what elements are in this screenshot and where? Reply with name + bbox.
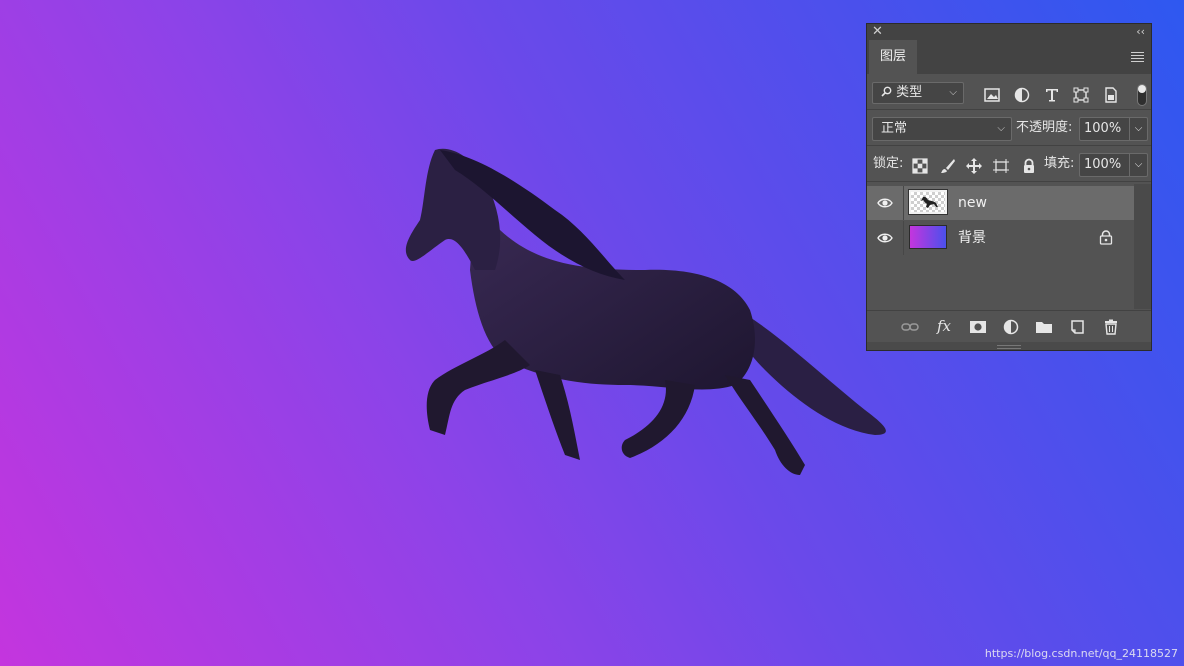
filter-toggle[interactable]	[1137, 84, 1147, 106]
chevron-down-icon: ⌵	[997, 123, 1005, 134]
panel-tab-row: 图层	[867, 40, 1151, 74]
panel-menu-icon[interactable]	[1131, 52, 1144, 64]
layer-row-new[interactable]: new	[867, 186, 1134, 220]
blend-mode-select[interactable]: 正常 ⌵	[872, 117, 1012, 141]
new-group-icon[interactable]	[1035, 319, 1053, 335]
layers-panel: ✕ ‹‹ 图层 类型 ⌵ 正常 ⌵ 不透明度: 100% ⌵ 锁定: 填充: 1…	[866, 23, 1152, 351]
layer-thumbnail	[908, 189, 948, 215]
layers-list: new 背景	[867, 184, 1151, 309]
watermark-text: https://blog.csdn.net/qq_24118527	[984, 647, 1178, 660]
lock-icon[interactable]	[1099, 230, 1113, 245]
fill-label: 填充:	[1044, 156, 1075, 171]
fill-input[interactable]: 100%	[1079, 153, 1130, 177]
close-icon[interactable]: ✕	[872, 24, 883, 40]
chevron-down-icon: ⌵	[949, 87, 957, 98]
lock-position-icon[interactable]	[966, 158, 982, 174]
opacity-input[interactable]: 100%	[1079, 117, 1130, 141]
lock-image-pixels-icon[interactable]	[940, 158, 956, 174]
layers-scrollbar[interactable]	[1134, 184, 1151, 309]
lock-transparent-pixels-icon[interactable]	[912, 158, 928, 174]
layer-style-icon[interactable]: fx	[937, 317, 955, 335]
search-icon	[881, 86, 892, 97]
horse-thumbnail-icon	[921, 196, 938, 208]
lock-artboard-icon[interactable]	[993, 158, 1009, 174]
collapse-icon[interactable]: ‹‹	[1136, 24, 1145, 40]
tab-layers[interactable]: 图层	[869, 40, 917, 74]
layer-row-background[interactable]: 背景	[867, 221, 1134, 255]
opacity-dropdown-button[interactable]: ⌵	[1130, 117, 1148, 141]
eye-icon[interactable]	[877, 231, 893, 245]
blend-mode-value: 正常	[881, 121, 908, 136]
layer-filter-select[interactable]: 类型 ⌵	[872, 82, 964, 104]
lock-row: 锁定: 填充: 100% ⌵	[867, 146, 1151, 182]
image-filter-icon[interactable]	[984, 87, 1000, 103]
shape-filter-icon[interactable]	[1073, 87, 1089, 103]
blend-row: 正常 ⌵ 不透明度: 100% ⌵	[867, 110, 1151, 146]
panel-titlebar: ✕ ‹‹	[867, 24, 1151, 40]
adjustment-filter-icon[interactable]	[1014, 87, 1030, 103]
lock-label: 锁定:	[873, 156, 904, 171]
layer-name[interactable]: new	[958, 194, 987, 212]
opacity-label: 不透明度:	[1016, 120, 1073, 135]
filter-value: 类型	[896, 85, 923, 100]
eye-icon[interactable]	[877, 196, 893, 210]
fill-dropdown-button[interactable]: ⌵	[1130, 153, 1148, 177]
new-adjustment-layer-icon[interactable]	[1003, 319, 1021, 335]
panel-resize-handle[interactable]	[867, 342, 1151, 350]
delete-layer-icon[interactable]	[1102, 319, 1120, 335]
layer-thumbnail	[909, 225, 947, 249]
smart-object-filter-icon[interactable]	[1103, 87, 1119, 103]
type-filter-icon[interactable]	[1044, 87, 1060, 103]
horse-image	[405, 148, 886, 475]
new-layer-icon[interactable]	[1068, 319, 1086, 335]
add-mask-icon[interactable]	[969, 319, 987, 335]
filter-row: 类型 ⌵	[867, 74, 1151, 110]
layers-action-bar: fx	[867, 310, 1151, 343]
link-layers-icon[interactable]	[901, 319, 919, 335]
lock-all-icon[interactable]	[1021, 158, 1037, 174]
layer-name[interactable]: 背景	[958, 229, 986, 247]
